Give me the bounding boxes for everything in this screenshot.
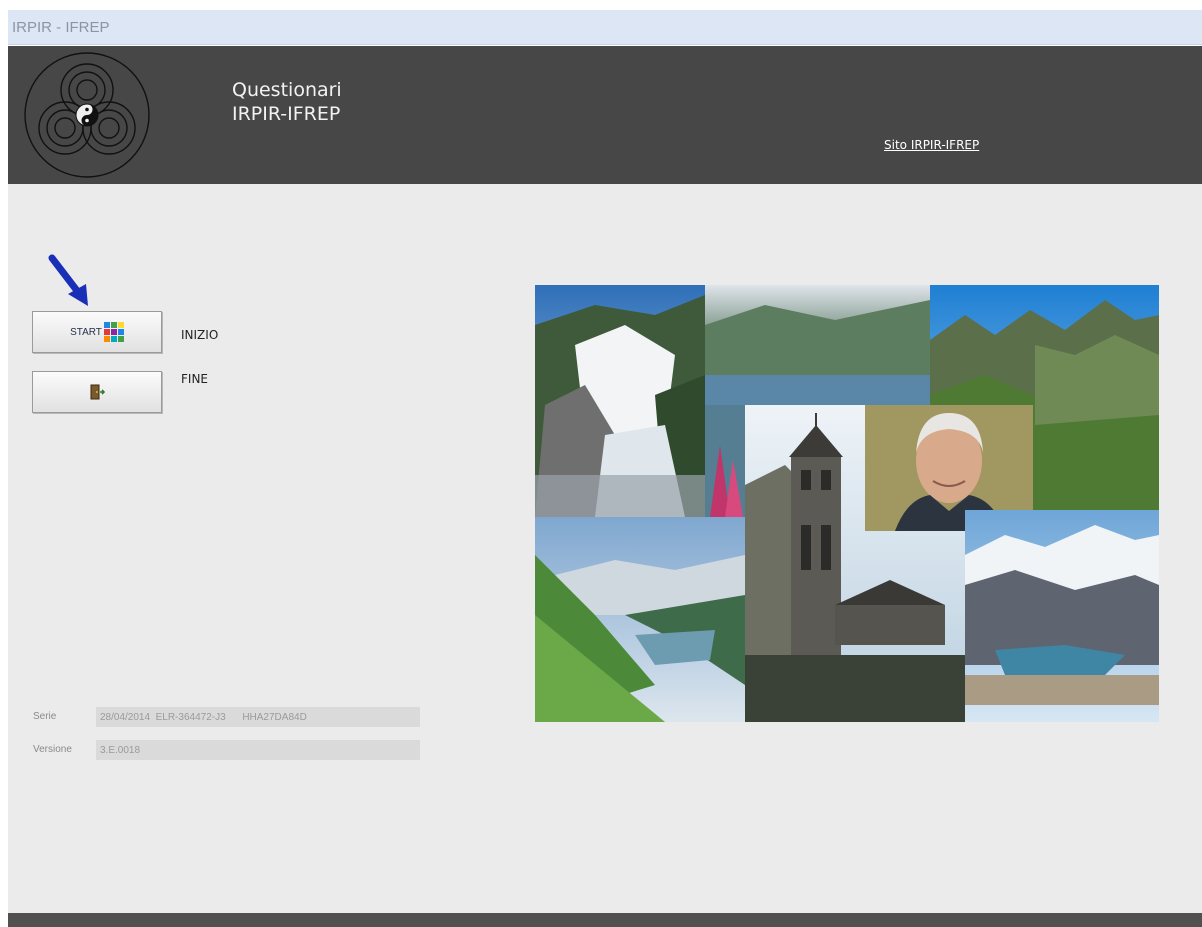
- photo-collage: [535, 285, 1159, 722]
- footer-bar: [8, 913, 1202, 927]
- pointer-arrow-icon: [48, 254, 88, 306]
- photo-green-valley: [535, 517, 745, 722]
- app-title-line2: IRPIR-IFREP: [232, 103, 341, 125]
- app-title-line1: Questionari: [232, 79, 342, 101]
- serie-label: Serie: [33, 711, 57, 722]
- photo-waterfall: [535, 285, 705, 517]
- header-banner: Questionari IRPIR-IFREP Sito IRPIR-IFREP: [8, 46, 1202, 184]
- versione-value: 3.E.0018: [100, 744, 141, 756]
- exit-button[interactable]: [32, 371, 162, 413]
- app-title: Questionari IRPIR-IFREP: [232, 78, 342, 126]
- window-title: IRPIR - IFREP: [12, 19, 110, 36]
- yin-yang-logo-icon: [24, 52, 150, 178]
- versione-label: Versione: [33, 744, 72, 755]
- colorful-squares-icon: [103, 322, 124, 342]
- site-link[interactable]: Sito IRPIR-IFREP: [884, 138, 979, 152]
- start-caption: INIZIO: [181, 328, 219, 342]
- exit-door-icon: [90, 384, 105, 400]
- photo-snowy-mountains: [965, 510, 1159, 722]
- start-button[interactable]: START: [32, 311, 162, 353]
- exit-caption: FINE: [181, 372, 208, 386]
- serie-value: 28/04/2014 ELR-364472-J3 HHA27DA84D: [100, 711, 307, 723]
- versione-field: 3.E.0018: [96, 740, 420, 760]
- start-button-label: START: [70, 326, 102, 338]
- serie-field: 28/04/2014 ELR-364472-J3 HHA27DA84D: [96, 707, 420, 727]
- window-titlebar: IRPIR - IFREP: [8, 10, 1202, 45]
- main-area: START INIZIO FINE Serie 28/04/2014 ELR-3…: [8, 184, 1202, 913]
